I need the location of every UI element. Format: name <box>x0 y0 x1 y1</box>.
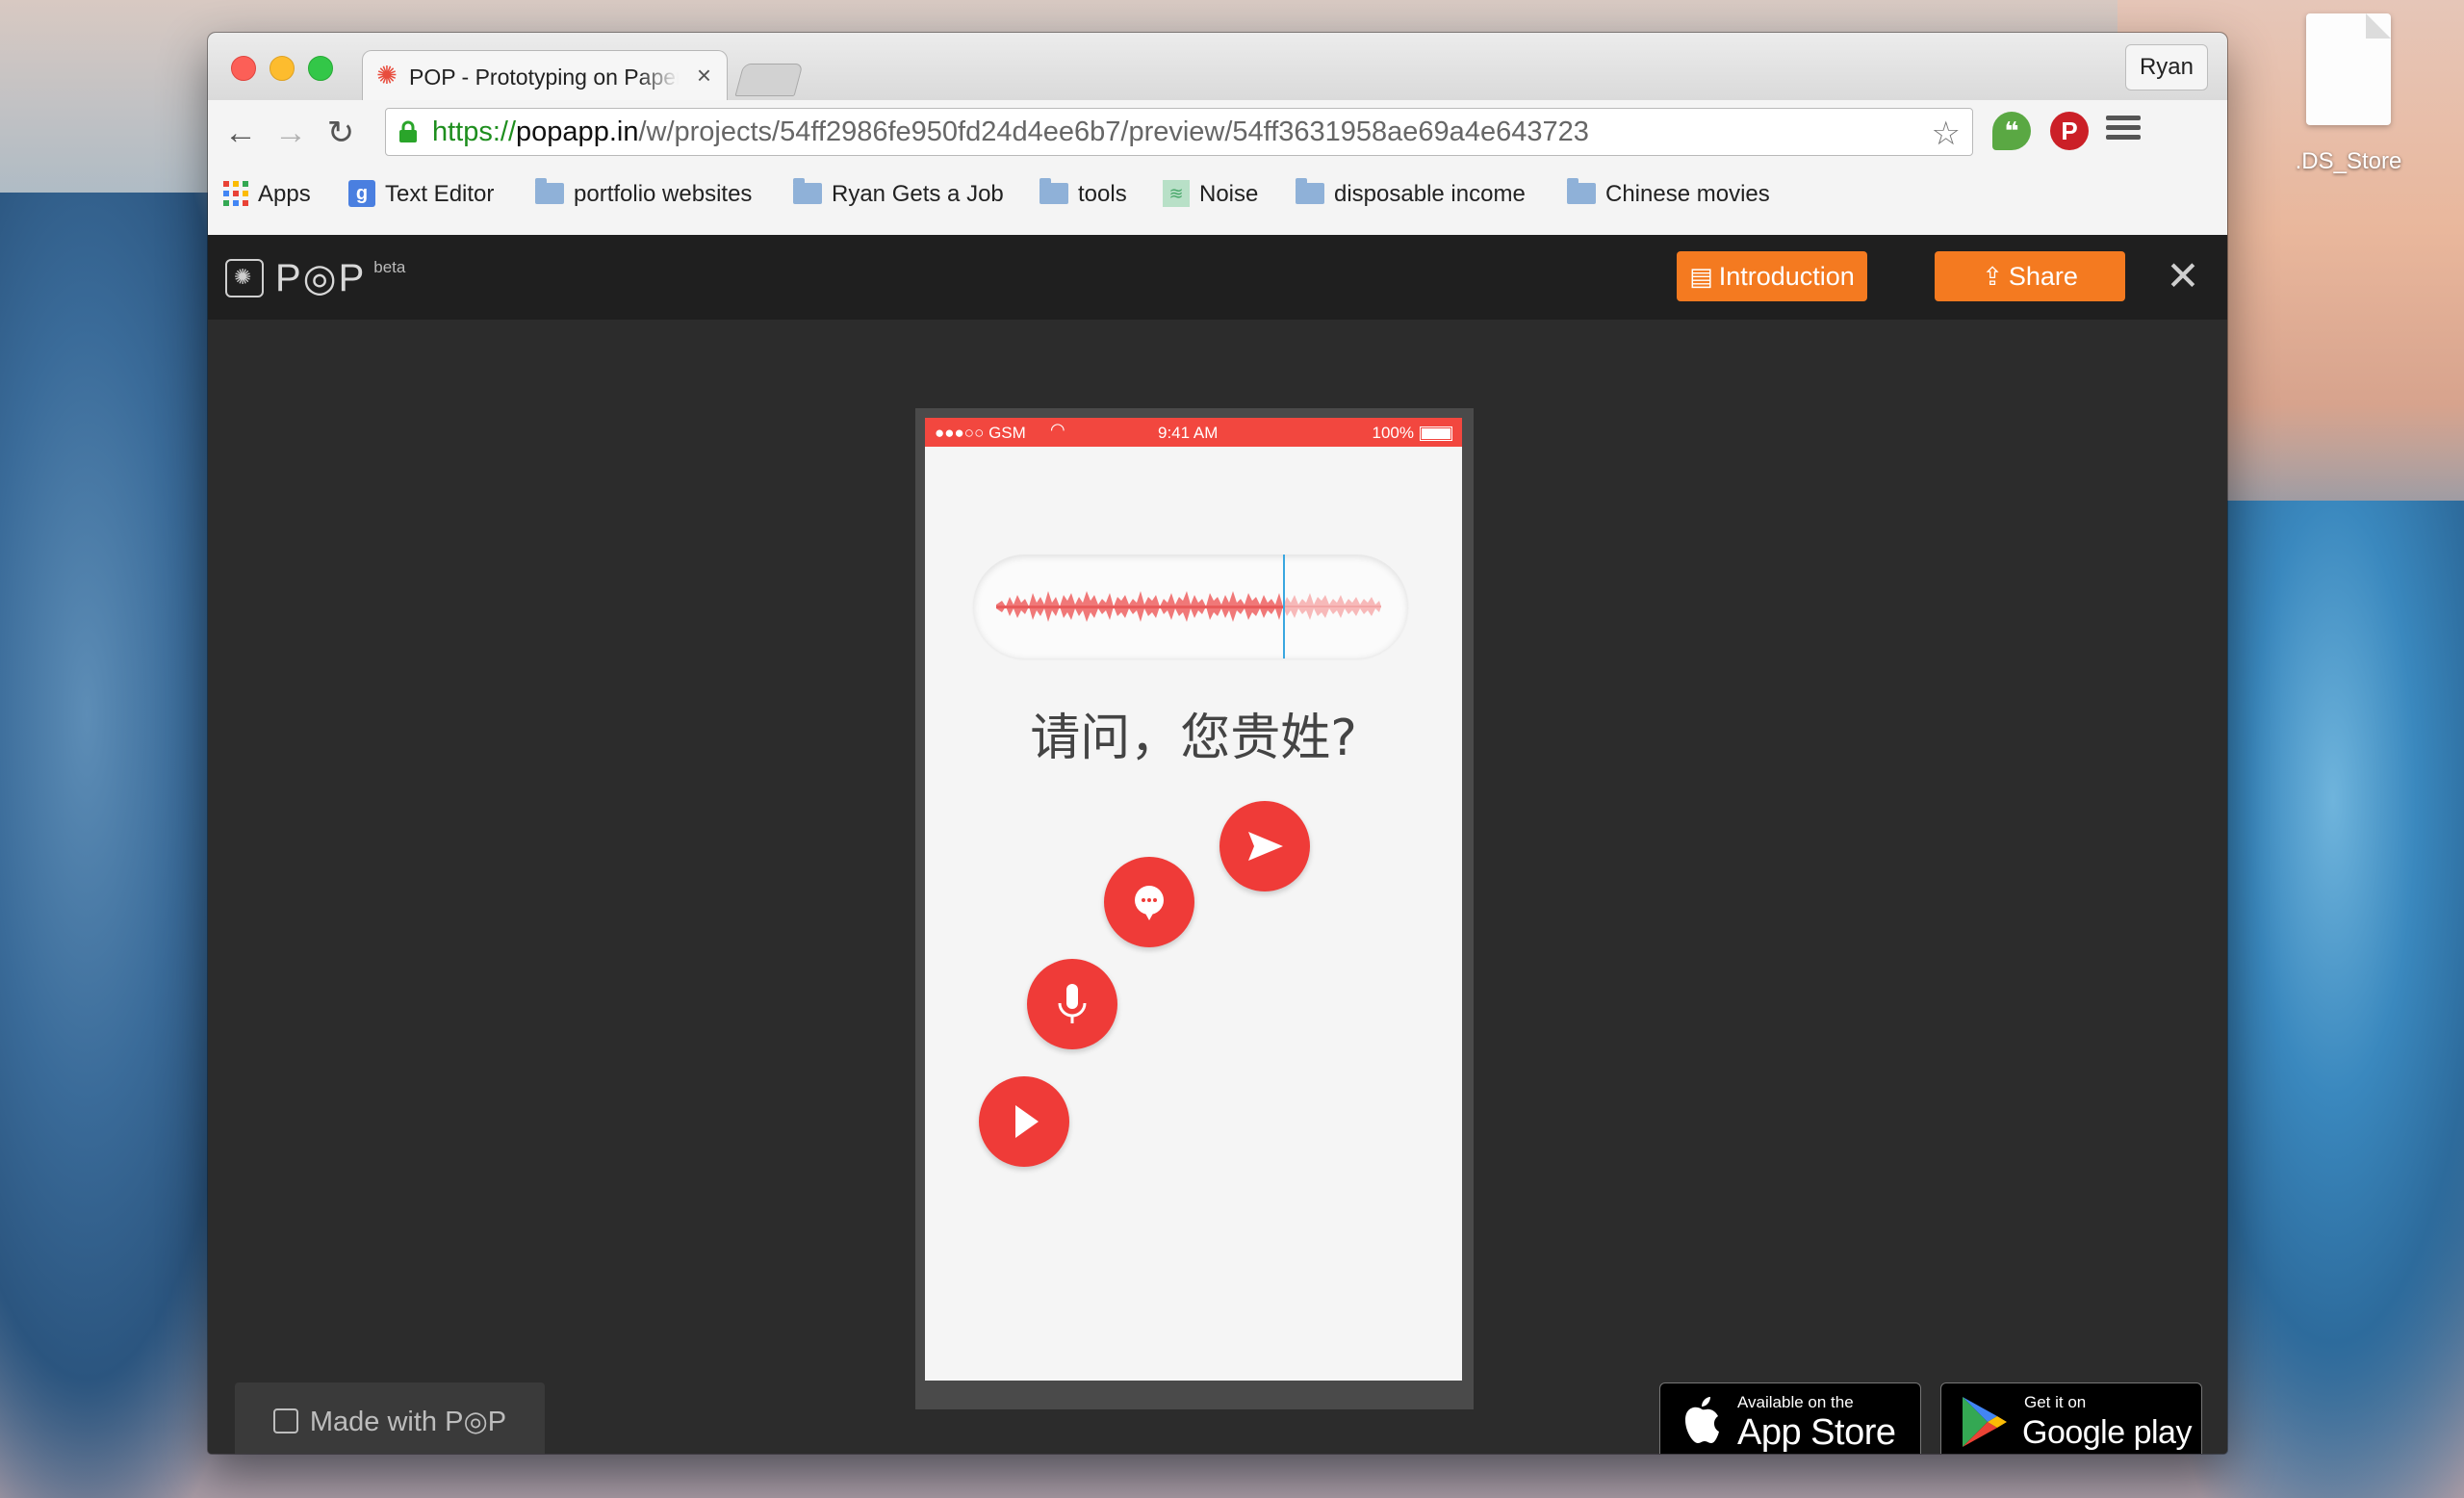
phone-preview-frame: ●●●○○ GSM ◠ 9:41 AM 100% 请问，您贵姓? <box>915 408 1474 1409</box>
desktop-file-ds-store[interactable]: .DS_Store <box>2291 13 2406 175</box>
pinterest-extension-icon[interactable]: P <box>2050 112 2089 150</box>
browser-window: ✺ POP - Prototyping on Paper × Ryan ← → … <box>208 33 2227 1454</box>
bookmark-disposable-income[interactable]: disposable income <box>1296 177 1526 212</box>
apple-logo-icon <box>1685 1397 1719 1443</box>
send-icon <box>1248 832 1283 861</box>
pop-favicon-icon: ✺ <box>376 61 398 90</box>
chat-button[interactable] <box>1104 857 1194 947</box>
browser-toolbar: ← → ↻ https://popapp.in/w/projects/54ff2… <box>208 100 2227 236</box>
tab-title: POP - Prototyping on Paper <box>409 65 679 90</box>
close-icon[interactable]: ✕ <box>2160 252 2206 300</box>
folder-icon <box>793 177 822 204</box>
status-time: 9:41 AM <box>1158 424 1219 442</box>
bookmark-chinese-movies[interactable]: Chinese movies <box>1567 177 1770 212</box>
share-icon: ⇪ <box>1982 262 2003 291</box>
microphone-icon <box>1058 984 1087 1023</box>
waveform-graphic <box>996 591 1381 622</box>
bookmark-apps[interactable]: Apps <box>223 177 311 212</box>
appstore-small-text: Available on the <box>1737 1393 1854 1411</box>
forward-arrow-icon[interactable]: → <box>271 114 310 152</box>
app-store-badge[interactable]: Available on the App Store <box>1659 1382 1921 1454</box>
battery-icon <box>1420 426 1452 441</box>
beta-label: beta <box>373 258 406 276</box>
play-big-text: Google play <box>2022 1414 2192 1451</box>
pop-logo-icon <box>272 1408 298 1433</box>
carrier-signal: ●●●○○ GSM <box>935 424 1026 442</box>
pop-header: P◎P beta ▤ Introduction ⇪ Share ✕ <box>208 235 2227 320</box>
wifi-icon: ◠ <box>1050 420 1065 439</box>
folder-icon <box>1296 177 1324 204</box>
profile-button[interactable]: Ryan <box>2124 44 2208 90</box>
bookmark-tools[interactable]: tools <box>1040 177 1127 212</box>
reload-icon[interactable]: ↻ <box>321 114 360 152</box>
chat-bubble-icon <box>1135 886 1164 920</box>
made-with-pop-badge[interactable]: Made with P◎P <box>235 1382 545 1454</box>
pop-logo-text: P◎P <box>275 257 367 299</box>
record-button[interactable] <box>1027 959 1117 1049</box>
desktop-file-label: .DS_Store <box>2295 148 2402 174</box>
pop-preview-page: P◎P beta ▤ Introduction ⇪ Share ✕ ●●●○○ … <box>208 235 2227 1454</box>
evernote-extension-icon[interactable]: ❝ <box>1992 112 2031 150</box>
play-small-text: Get it on <box>2024 1393 2087 1411</box>
appstore-big-text: App Store <box>1737 1412 1896 1453</box>
play-icon <box>1015 1105 1039 1138</box>
bookmark-text-editor[interactable]: g Text Editor <box>348 177 494 212</box>
folder-icon <box>535 177 564 204</box>
new-tab-button[interactable] <box>734 64 804 96</box>
tab-close-icon[interactable]: × <box>697 61 711 90</box>
menu-hamburger-icon[interactable] <box>2106 112 2141 146</box>
share-button[interactable]: ⇪ Share <box>1935 251 2125 301</box>
bookmark-ryan-gets-a-job[interactable]: Ryan Gets a Job <box>793 177 1004 212</box>
google-g-icon: g <box>348 179 375 207</box>
url-text: https://popapp.in/w/projects/54ff2986fe9… <box>432 116 1589 147</box>
bookmark-star-icon[interactable]: ☆ <box>1932 115 1961 153</box>
bookmark-noise[interactable]: ≋ Noise <box>1163 177 1258 212</box>
phone-screen[interactable]: ●●●○○ GSM ◠ 9:41 AM 100% 请问，您贵姓? <box>925 418 1462 1381</box>
file-icon <box>2306 13 2391 125</box>
folder-icon <box>1040 177 1068 204</box>
document-icon: ▤ <box>1689 262 1713 291</box>
apps-grid-icon <box>223 180 248 206</box>
close-window-button[interactable] <box>231 56 256 81</box>
address-bar[interactable]: https://popapp.in/w/projects/54ff2986fe9… <box>385 108 1973 156</box>
audio-waveform-player[interactable] <box>973 555 1408 659</box>
browser-tab-active[interactable]: ✺ POP - Prototyping on Paper × <box>362 50 728 100</box>
chinese-prompt-text: 请问，您贵姓? <box>1030 710 1357 767</box>
folder-icon <box>1567 177 1596 204</box>
zoom-window-button[interactable] <box>308 56 333 81</box>
pop-logo[interactable]: P◎P beta <box>225 256 405 300</box>
noise-icon: ≋ <box>1163 179 1190 207</box>
google-play-badge[interactable]: Get it on Google play <box>1940 1382 2202 1454</box>
playhead-marker[interactable] <box>1283 555 1285 659</box>
pop-logo-icon <box>225 259 264 297</box>
play-button[interactable] <box>979 1076 1069 1167</box>
battery-indicator: 100% <box>1373 424 1452 443</box>
send-button[interactable] <box>1219 801 1310 891</box>
google-play-logo-icon <box>1963 1397 2007 1447</box>
ios-status-bar: ●●●○○ GSM ◠ 9:41 AM 100% <box>925 418 1462 447</box>
introduction-button[interactable]: ▤ Introduction <box>1677 251 1867 301</box>
minimize-window-button[interactable] <box>270 56 295 81</box>
back-arrow-icon[interactable]: ← <box>221 114 260 152</box>
bookmark-portfolio-websites[interactable]: portfolio websites <box>535 177 752 212</box>
bookmarks-bar: Apps g Text Editor portfolio websites Rya… <box>208 169 2227 220</box>
lock-icon <box>399 120 417 142</box>
title-bar: ✺ POP - Prototyping on Paper × Ryan <box>208 33 2227 100</box>
